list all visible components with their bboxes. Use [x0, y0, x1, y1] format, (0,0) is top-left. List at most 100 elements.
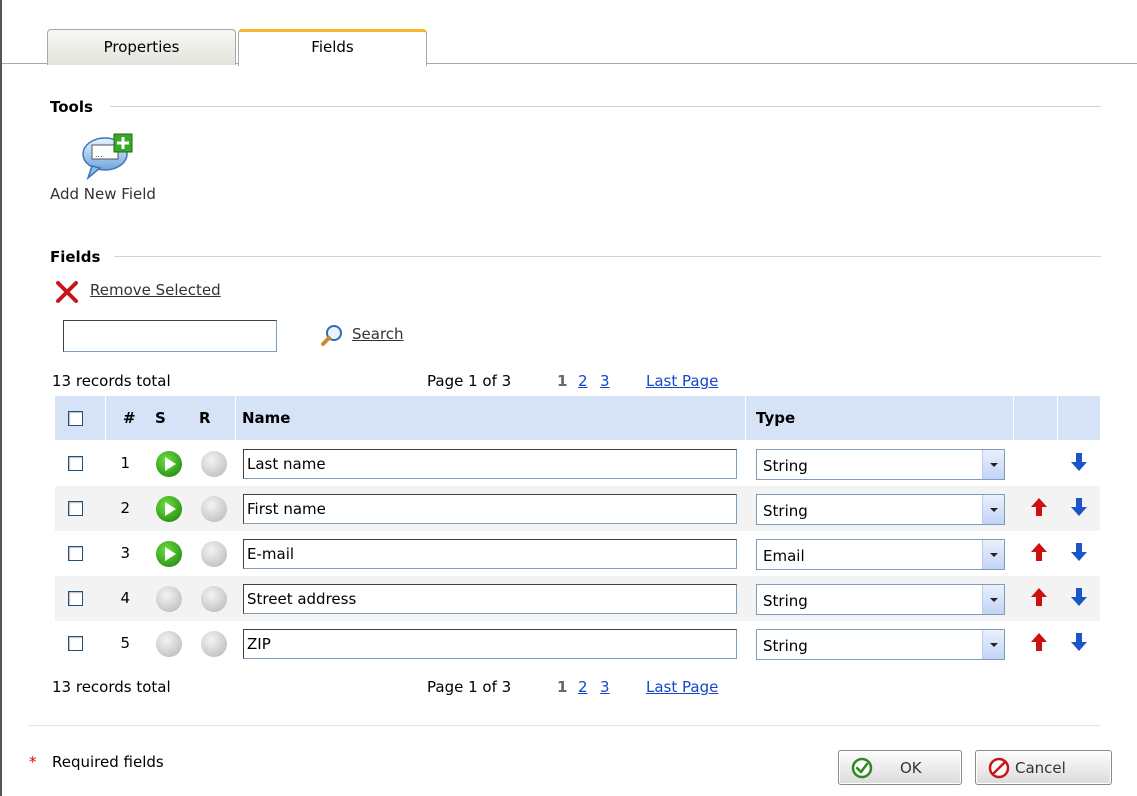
field-name-input[interactable]: First name — [243, 494, 737, 524]
page-3-top[interactable]: 3 — [600, 372, 610, 390]
required-fields-label: Required fields — [52, 753, 164, 771]
chevron-down-icon — [982, 585, 1004, 614]
field-type-select[interactable]: String — [756, 629, 1005, 660]
row-checkbox[interactable] — [68, 456, 83, 471]
arrow-up-icon[interactable] — [1030, 542, 1048, 562]
page-1-top: 1 — [557, 372, 568, 390]
row-number: 5 — [120, 634, 130, 652]
row-number: 2 — [120, 499, 130, 517]
required-off-icon[interactable] — [201, 586, 227, 612]
required-star: * — [29, 753, 37, 771]
row-checkbox[interactable] — [68, 591, 83, 606]
page-2-bottom[interactable]: 2 — [578, 678, 588, 696]
table-row: 5 ZIP String — [55, 621, 1100, 666]
arrow-up-icon[interactable] — [1030, 632, 1048, 652]
ok-button[interactable]: OK — [838, 750, 962, 785]
chevron-down-icon — [982, 450, 1004, 479]
required-off-icon[interactable] — [201, 451, 227, 477]
magnifier-icon — [321, 325, 342, 346]
remove-x-icon — [56, 281, 78, 303]
arrow-down-icon[interactable] — [1070, 542, 1088, 562]
required-off-icon[interactable] — [201, 496, 227, 522]
searchable-on-icon[interactable] — [156, 451, 182, 477]
tab-bar: Properties Fields — [2, 0, 1137, 66]
tools-divider — [110, 106, 1101, 107]
header-num: # — [123, 409, 136, 427]
searchable-off-icon[interactable] — [156, 586, 182, 612]
select-all-checkbox[interactable] — [68, 411, 83, 426]
prohibit-circle-icon — [988, 757, 1010, 779]
field-type-select[interactable]: String — [756, 449, 1005, 480]
page-3-bottom[interactable]: 3 — [600, 678, 610, 696]
header-divider — [745, 396, 746, 440]
dialog-frame: Properties Fields Tools ... Add New Fiel… — [0, 0, 1137, 796]
tools-section-title: Tools — [50, 98, 93, 116]
arrow-down-icon[interactable] — [1070, 452, 1088, 472]
page-2-top[interactable]: 2 — [578, 372, 588, 390]
required-off-icon[interactable] — [201, 631, 227, 657]
table-header: # S R Name Type — [55, 396, 1100, 440]
field-name-input[interactable]: Last name — [243, 449, 737, 479]
svg-text:...: ... — [95, 150, 103, 159]
header-r: R — [199, 409, 211, 427]
records-total-bottom: 13 records total — [52, 678, 171, 696]
tab-properties[interactable]: Properties — [47, 29, 236, 65]
header-divider — [235, 396, 236, 440]
tab-fields[interactable]: Fields — [238, 29, 427, 66]
chevron-down-icon — [982, 630, 1004, 659]
page-info-bottom: Page 1 of 3 — [427, 678, 512, 696]
chevron-down-icon — [982, 495, 1004, 524]
table-row: 3 E-mail Email — [55, 531, 1100, 576]
last-page-link-top[interactable]: Last Page — [646, 372, 718, 390]
field-name-input[interactable]: E-mail — [243, 539, 737, 569]
row-checkbox[interactable] — [68, 636, 83, 651]
row-checkbox[interactable] — [68, 501, 83, 516]
add-field-icon: ... — [82, 133, 133, 181]
cancel-button[interactable]: Cancel — [975, 750, 1112, 785]
field-type-select[interactable]: Email — [756, 539, 1005, 570]
last-page-link-bottom[interactable]: Last Page — [646, 678, 718, 696]
header-s: S — [155, 409, 166, 427]
table-row: 4 Street address String — [55, 576, 1100, 621]
field-type-select[interactable]: String — [756, 584, 1005, 615]
check-circle-icon — [851, 757, 873, 779]
header-type[interactable]: Type — [756, 396, 795, 440]
searchable-on-icon[interactable] — [156, 541, 182, 567]
footer-divider — [28, 725, 1101, 726]
remove-selected-label: Remove Selected — [90, 281, 221, 299]
searchable-off-icon[interactable] — [156, 631, 182, 657]
chevron-down-icon — [982, 540, 1004, 569]
arrow-up-icon[interactable] — [1030, 497, 1048, 517]
field-name-input[interactable]: ZIP — [243, 629, 737, 659]
row-number: 3 — [120, 544, 130, 562]
add-new-field-label: Add New Field — [50, 185, 156, 203]
cancel-label: Cancel — [1015, 759, 1066, 777]
fields-divider — [114, 256, 1101, 257]
arrow-down-icon[interactable] — [1070, 497, 1088, 517]
ok-label: OK — [900, 759, 922, 777]
page-1-bottom: 1 — [557, 678, 568, 696]
records-total-top: 13 records total — [52, 372, 171, 390]
field-name-input[interactable]: Street address — [243, 584, 737, 614]
arrow-up-icon[interactable] — [1030, 587, 1048, 607]
row-number: 1 — [120, 454, 130, 472]
row-number: 4 — [120, 589, 130, 607]
header-divider — [1057, 396, 1058, 440]
arrow-down-icon[interactable] — [1070, 587, 1088, 607]
search-label: Search — [352, 325, 404, 343]
page-info-top: Page 1 of 3 — [427, 372, 512, 390]
header-divider — [1013, 396, 1014, 440]
field-type-select[interactable]: String — [756, 494, 1005, 525]
table-row: 2 First name String — [55, 486, 1100, 531]
field-type-value: String — [763, 637, 808, 655]
required-off-icon[interactable] — [201, 541, 227, 567]
search-input[interactable] — [63, 320, 277, 352]
searchable-on-icon[interactable] — [156, 496, 182, 522]
fields-section-title: Fields — [50, 248, 101, 266]
field-type-value: Email — [763, 547, 805, 565]
table-row: 1 Last name String — [55, 441, 1100, 486]
arrow-down-icon[interactable] — [1070, 632, 1088, 652]
row-checkbox[interactable] — [68, 546, 83, 561]
header-divider — [105, 396, 106, 440]
header-name[interactable]: Name — [242, 396, 290, 440]
